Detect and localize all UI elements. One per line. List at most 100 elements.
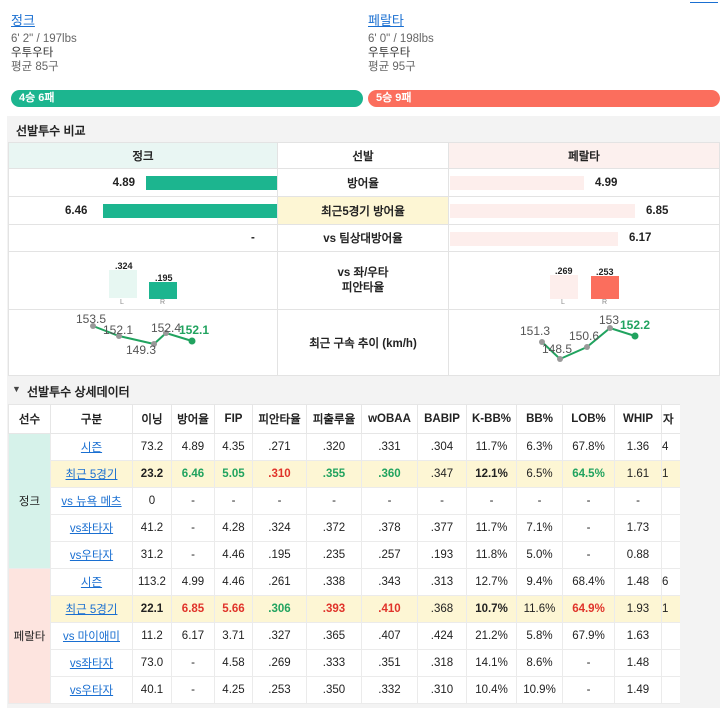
detail-col-header: 피출루율 — [306, 404, 362, 434]
detail-header-row: 선수 구분 이닝 방어율 FIP 피안타율 피출루율 wOBAA BABIP K-BB% BB% LO… — [8, 404, 680, 434]
stat-cell: 9.4% — [516, 568, 563, 596]
split-type-link[interactable]: 최근 5경기 — [66, 604, 118, 616]
pitcher-b-name[interactable]: 페랄타 — [368, 10, 404, 29]
stat-cell: 5.8% — [516, 622, 563, 650]
detail-col-header: wOBAA — [361, 404, 418, 434]
stat-cell: .351 — [361, 649, 418, 677]
pitcher-a-record: 4승 6패 — [19, 92, 55, 104]
stat-cell: 64.5% — [562, 460, 615, 488]
detail-table: 선수 구분 이닝 방어율 FIP 피안타율 피출루율 wOBAA BABIP K-BB% BB% LO… — [8, 404, 680, 704]
stat-cell: 5.66 — [214, 595, 253, 623]
pitcher-a-record-bar: 4승 6패 — [11, 90, 363, 107]
stat-cell: .235 — [306, 541, 362, 569]
stat-cell: 67.8% — [562, 433, 615, 461]
stat-cell: 5.0% — [516, 541, 563, 569]
detail-section-title[interactable]: 선발투수 상세데이터 — [27, 383, 130, 400]
compare-header-a: 정크 — [8, 142, 278, 169]
stat-cell: .304 — [417, 433, 467, 461]
stat-cell: 64.9% — [562, 595, 615, 623]
era-label: 방어율 — [277, 168, 449, 197]
stat-cell: - — [171, 514, 215, 542]
pitcher-b-size: 6' 0" / 198lbs — [368, 33, 434, 45]
detail-col-header: K-BB% — [466, 404, 517, 434]
split-type-link[interactable]: vs우타자 — [70, 550, 113, 562]
stat-cell — [661, 541, 680, 569]
stat-cell: 11.7% — [466, 433, 517, 461]
stat-cell — [661, 622, 680, 650]
split-type-link[interactable]: 시즌 — [81, 442, 102, 454]
compare-header-b: 페랄타 — [448, 142, 720, 169]
stat-cell: - — [171, 541, 215, 569]
stat-cell: .327 — [252, 622, 307, 650]
top-edge-link[interactable] — [690, 0, 718, 3]
velo-a-label: 153.5 — [76, 312, 106, 326]
stat-cell: 41.2 — [132, 514, 172, 542]
stat-cell: - — [562, 514, 615, 542]
stat-cell: 4.28 — [214, 514, 253, 542]
split-b-cell: .269 L .253 R — [448, 251, 720, 310]
stat-cell: .347 — [417, 460, 467, 488]
pitcher-a-size: 6' 2" / 197lbs — [11, 33, 77, 45]
stat-cell: .393 — [306, 595, 362, 623]
pitcher-a-name[interactable]: 정크 — [11, 10, 35, 29]
split-type-link[interactable]: vs우타자 — [70, 685, 113, 697]
stat-cell: - — [516, 487, 563, 515]
split-type-link[interactable]: vs 마이애미 — [63, 631, 120, 643]
split-type-link[interactable]: 시즌 — [81, 577, 102, 589]
stat-cell: .306 — [252, 595, 307, 623]
split-type-link[interactable]: 최근 5경기 — [66, 469, 118, 481]
recent-era-b-bar — [450, 204, 635, 218]
stat-cell: 23.2 — [132, 460, 172, 488]
stat-cell: 7.1% — [516, 514, 563, 542]
stat-cell: .320 — [306, 433, 362, 461]
stat-cell: 21.2% — [466, 622, 517, 650]
stat-cell: 1 — [661, 460, 680, 488]
stat-cell — [661, 487, 680, 515]
stat-cell: - — [562, 649, 615, 677]
stat-cell: 11.6% — [516, 595, 563, 623]
split-type-link[interactable]: vs좌타자 — [70, 658, 113, 670]
stat-cell: 73.0 — [132, 649, 172, 677]
stat-cell: - — [214, 487, 253, 515]
stat-cell: .355 — [306, 460, 362, 488]
pitcher-b-avg-pitches: 평균 95구 — [368, 61, 416, 73]
pitcher-a-avg-pitches: 평균 85구 — [11, 61, 59, 73]
stat-cell: 4.58 — [214, 649, 253, 677]
table-row: 페랄타 시즌 113.2 4.99 4.46.261.338.343.313 12.7% 9… — [8, 568, 680, 704]
velo-a-label: 152.1 — [103, 323, 133, 337]
stat-cell: - — [614, 487, 662, 515]
detail-col-header: 피안타율 — [252, 404, 307, 434]
velo-b-point — [631, 332, 639, 340]
split-type-link[interactable]: vs 뉴욕 메츠 — [61, 496, 121, 508]
stat-cell: 4.99 — [171, 568, 215, 596]
team-era-a-cell: - — [8, 224, 278, 252]
stat-cell: 22.1 — [132, 595, 172, 623]
stat-cell: .378 — [361, 514, 418, 542]
detail-toggle-icon[interactable]: ▼ — [12, 384, 21, 394]
recent-era-label: 최근5경기 방어율 — [277, 196, 449, 225]
stat-cell: .310 — [252, 460, 307, 488]
split-a-l-label: L — [120, 299, 124, 306]
split-type-link[interactable]: vs좌타자 — [70, 523, 113, 535]
detail-col-header: 자 — [661, 404, 680, 434]
velo-a-cell: 153.5 152.1 149.3 152.4 152.1 — [8, 309, 278, 376]
stat-cell: 73.2 — [132, 433, 172, 461]
stat-cell: 1 — [661, 595, 680, 623]
pitcher-b-record: 5승 9패 — [376, 92, 412, 104]
stat-cell: .424 — [417, 622, 467, 650]
stat-cell: 0 — [132, 487, 172, 515]
stat-cell: 5.05 — [214, 460, 253, 488]
stat-cell: 68.4% — [562, 568, 615, 596]
player-cell: 페랄타 — [8, 568, 51, 704]
stat-cell: 113.2 — [132, 568, 172, 596]
stat-cell: 10.7% — [466, 595, 517, 623]
stat-cell: - — [562, 676, 615, 704]
stat-cell: 4.46 — [214, 541, 253, 569]
stat-cell: 6.46 — [171, 460, 215, 488]
detail-col-header: BB% — [516, 404, 563, 434]
split-label: vs 좌/우타 피안타율 — [277, 251, 449, 310]
recent-era-a-value: 6.46 — [65, 205, 88, 217]
table-row: 정크 시즌 73.2 4.89 4.35.271.320.331.304 11.7% 6.3… — [8, 433, 680, 569]
stat-cell: 4.35 — [214, 433, 253, 461]
stat-cell: .253 — [252, 676, 307, 704]
